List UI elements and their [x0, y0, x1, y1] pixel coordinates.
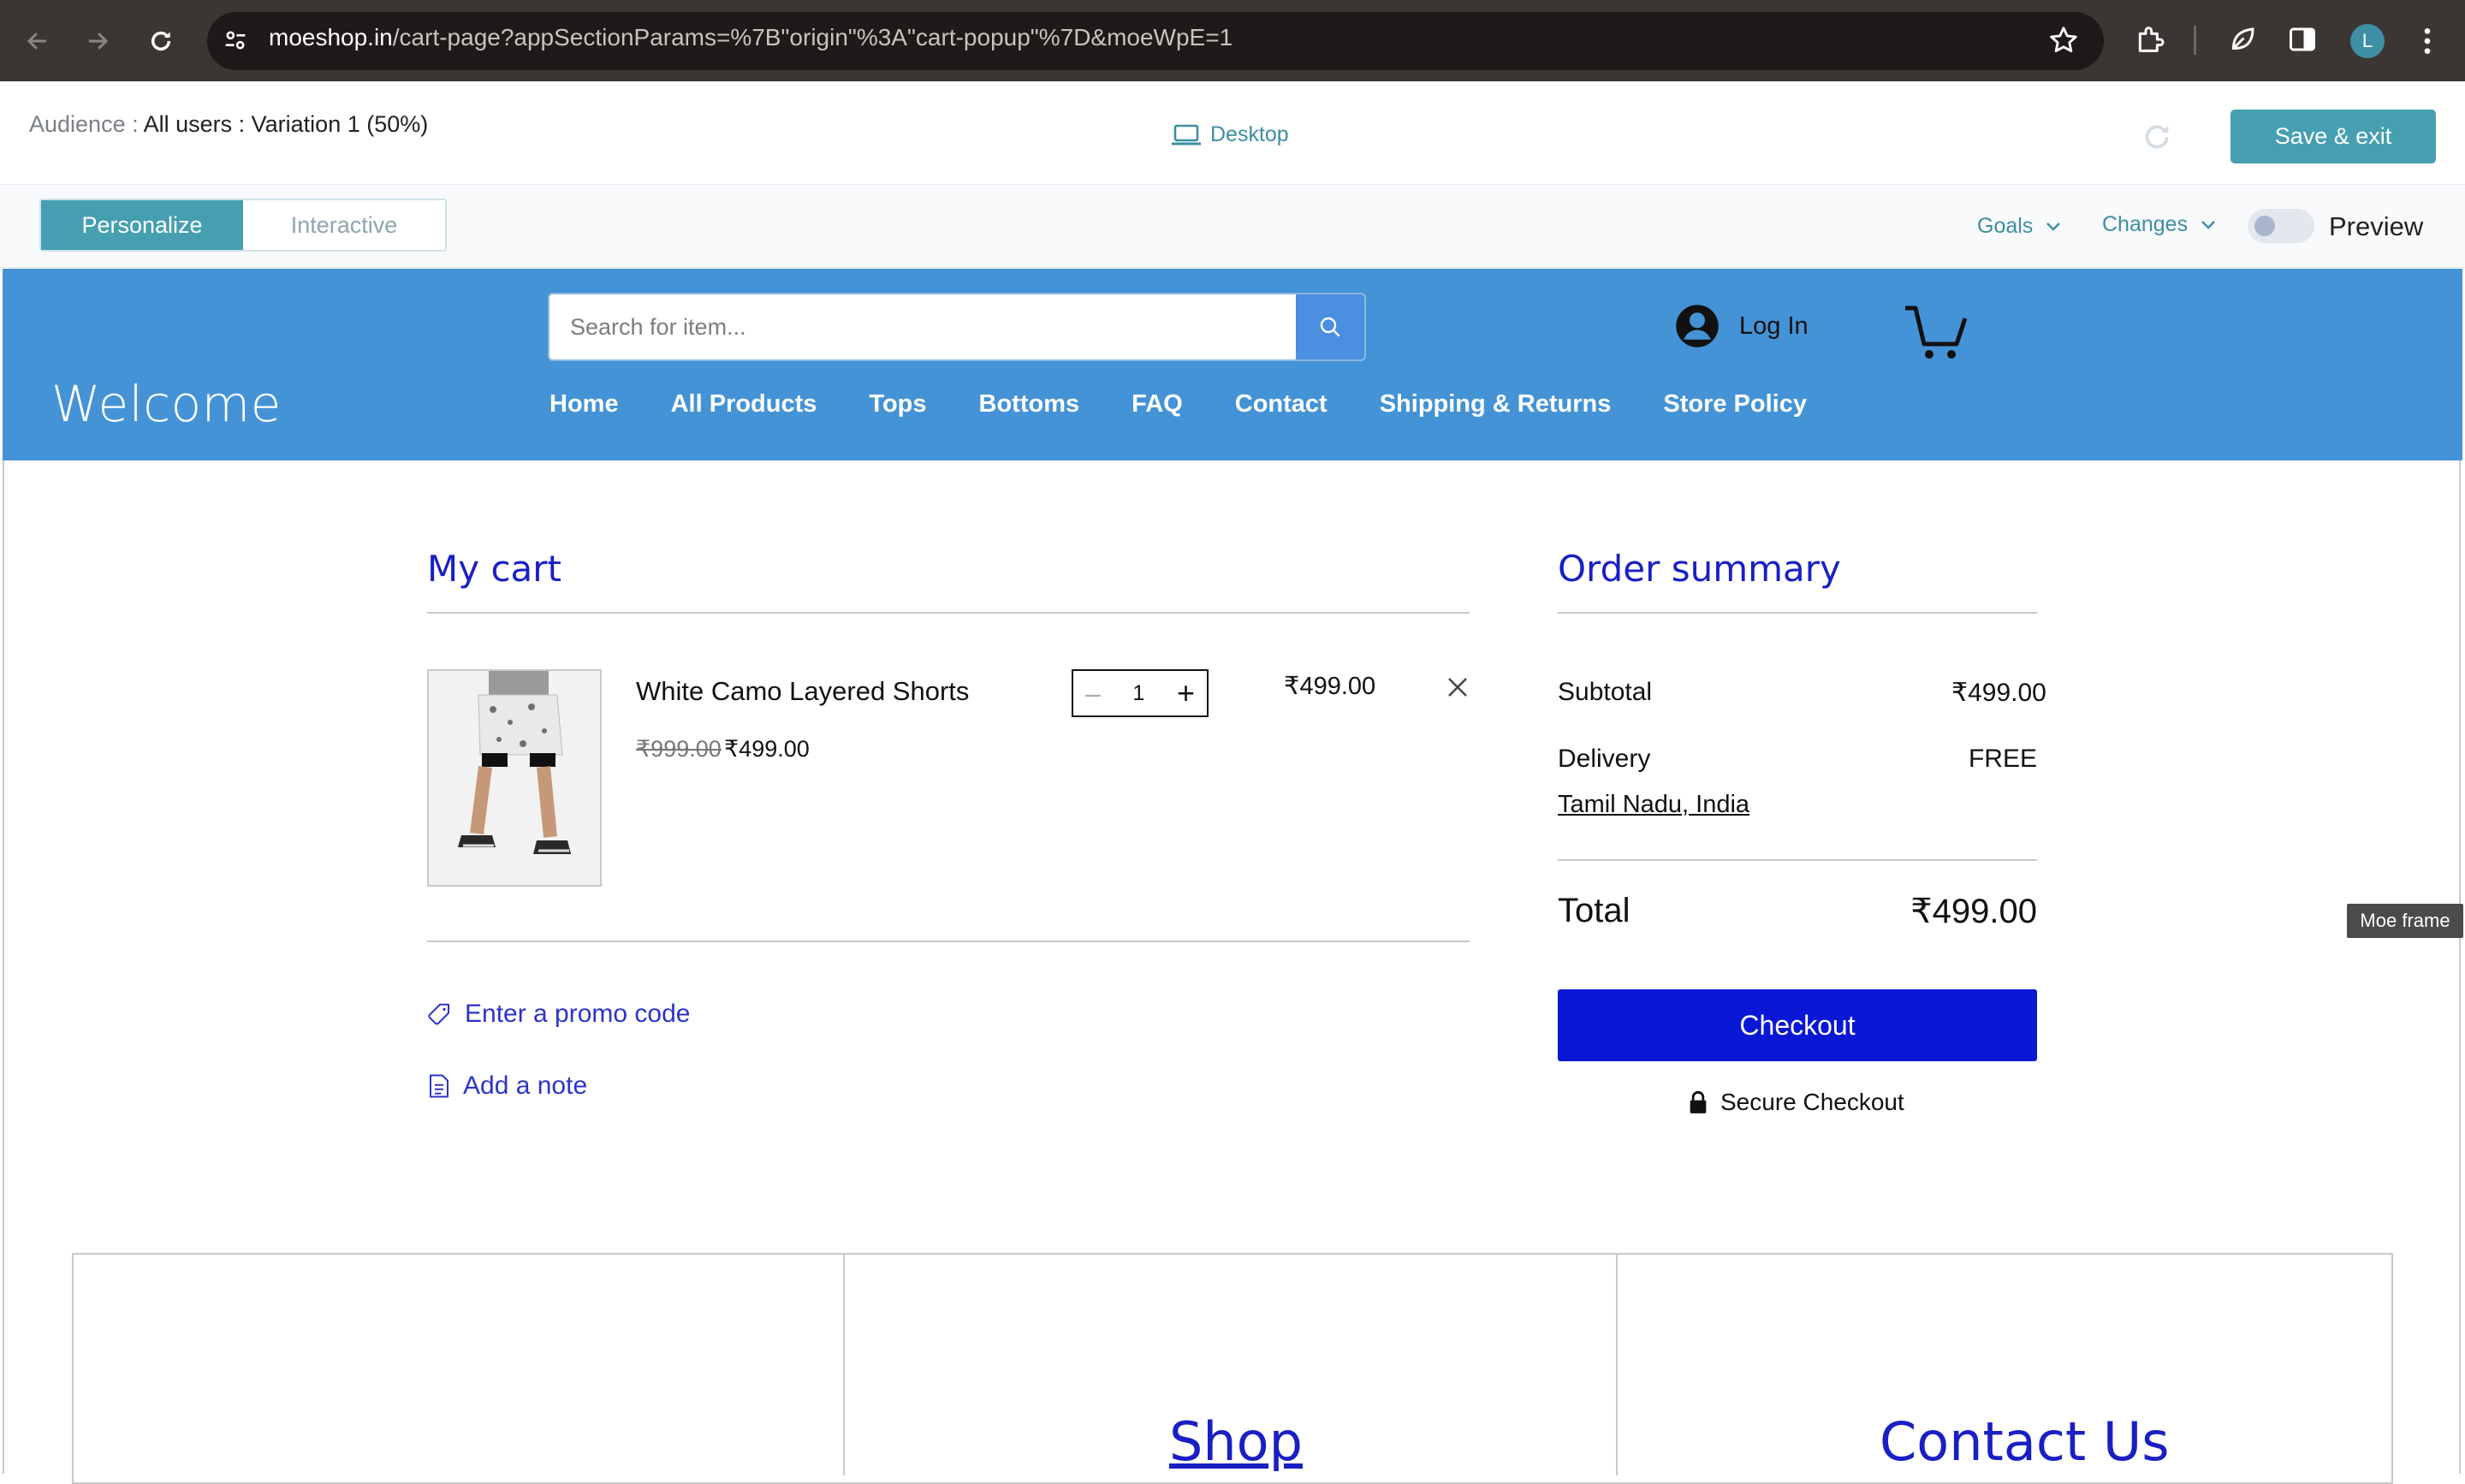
nav-tops[interactable]: Tops	[869, 390, 926, 418]
product-name[interactable]: White Camo Layered Shorts	[636, 676, 969, 707]
leaf-icon[interactable]	[2227, 24, 2258, 55]
site-search	[548, 293, 1366, 361]
quantity-decrease-button[interactable]: –	[1085, 678, 1101, 709]
subtotal-label: Subtotal	[1558, 678, 1653, 706]
preview-label: Preview	[2329, 211, 2424, 241]
total-label: Total	[1558, 892, 1630, 929]
cart-icon[interactable]	[1902, 303, 1974, 363]
chevron-down-icon	[2045, 221, 2062, 233]
total-value: ₹499.00	[1910, 893, 2037, 930]
side-panel-icon[interactable]	[2287, 24, 2318, 55]
forward-arrow-icon[interactable]	[77, 21, 118, 62]
subtotal-value: ₹499.00	[1951, 679, 2046, 707]
back-arrow-icon[interactable]	[17, 21, 58, 62]
goals-dropdown[interactable]: Goals	[1977, 214, 2062, 239]
chevron-down-icon	[2200, 219, 2217, 231]
secure-label: Secure Checkout	[1720, 1089, 1904, 1115]
login-label: Log In	[1739, 312, 1809, 340]
lock-icon	[1688, 1090, 1708, 1114]
cart-divider	[427, 612, 1470, 614]
moe-frame-tag: Moe frame	[2347, 904, 2463, 938]
nav-all-products[interactable]: All Products	[671, 390, 817, 418]
nav-contact[interactable]: Contact	[1235, 390, 1328, 418]
audience-info: Audience : All users : Variation 1 (50%)	[29, 111, 429, 137]
secure-checkout-note: Secure Checkout	[1688, 1089, 1904, 1116]
sale-price: ₹499.00	[724, 736, 810, 762]
mode-tabs: Personalize Interactive	[39, 199, 447, 252]
kebab-menu-icon[interactable]	[2419, 24, 2436, 58]
footer-shop-link[interactable]: Shop	[1169, 1410, 1303, 1473]
toolbar-divider	[2194, 26, 2196, 55]
laptop-icon	[1171, 124, 1202, 146]
add-note-link[interactable]: Add a note	[427, 1071, 587, 1101]
preview-toggle[interactable]	[2248, 209, 2314, 243]
nav-store-policy[interactable]: Store Policy	[1663, 390, 1807, 418]
site-brand[interactable]: Welcome	[51, 375, 282, 433]
changes-label: Changes	[2102, 212, 2189, 236]
refresh-icon[interactable]	[2140, 120, 2174, 154]
note-icon	[427, 1073, 451, 1099]
promo-code-link[interactable]: Enter a promo code	[427, 1000, 690, 1029]
search-input[interactable]	[549, 294, 1298, 359]
toggle-knob	[2254, 216, 2275, 236]
cart-divider-bottom	[427, 941, 1470, 942]
nav-home[interactable]: Home	[549, 390, 619, 418]
login-link[interactable]: Log In	[1674, 303, 1809, 349]
footer-contact-heading: Contact Us	[1880, 1410, 2170, 1473]
line-total: ₹499.00	[1284, 673, 1376, 700]
order-summary-title: Order summary	[1558, 548, 1841, 590]
summary-divider-bottom	[1558, 859, 2037, 861]
search-button[interactable]	[1296, 294, 1364, 359]
tag-icon	[427, 1001, 453, 1027]
delivery-value: FREE	[1968, 745, 2037, 773]
device-selector[interactable]: Desktop	[1171, 122, 1289, 147]
checkout-button[interactable]: Checkout	[1558, 989, 2037, 1061]
save-exit-button[interactable]: Save & exit	[2230, 110, 2436, 163]
footer-divider	[843, 1253, 845, 1475]
device-label: Desktop	[1210, 122, 1289, 146]
extensions-icon[interactable]	[2133, 22, 2167, 56]
delivery-location-link[interactable]: Tamil Nadu, India	[1558, 791, 1749, 819]
url-text: moeshop.in/cart-page?appSectionParams=%7…	[269, 24, 1233, 50]
footer-divider	[1616, 1253, 1618, 1475]
goals-label: Goals	[1977, 214, 2034, 238]
profile-avatar[interactable]: L	[2350, 24, 2385, 58]
tab-personalize[interactable]: Personalize	[41, 200, 243, 250]
site-settings-icon[interactable]	[221, 26, 250, 55]
quantity-stepper: – 1 +	[1072, 669, 1209, 717]
site-nav: Home All Products Tops Bottoms FAQ Conta…	[549, 390, 1859, 418]
nav-bottoms[interactable]: Bottoms	[979, 390, 1080, 418]
delivery-label: Delivery	[1558, 745, 1651, 773]
changes-dropdown[interactable]: Changes	[2102, 212, 2217, 237]
original-price: ₹999.00	[636, 736, 722, 762]
promo-label: Enter a promo code	[465, 1000, 691, 1028]
quantity-increase-button[interactable]: +	[1177, 678, 1195, 709]
product-image[interactable]	[427, 669, 602, 887]
nav-faq[interactable]: FAQ	[1132, 390, 1183, 418]
tab-interactive[interactable]: Interactive	[243, 200, 445, 250]
quantity-value[interactable]: 1	[1132, 681, 1144, 706]
search-icon	[1316, 313, 1344, 341]
summary-divider	[1558, 612, 2037, 614]
nav-shipping-returns[interactable]: Shipping & Returns	[1380, 390, 1612, 418]
remove-item-icon[interactable]	[1445, 674, 1470, 700]
reload-icon[interactable]	[140, 21, 181, 62]
cart-title: My cart	[427, 548, 562, 590]
star-icon[interactable]	[2047, 24, 2080, 56]
note-label: Add a note	[463, 1071, 588, 1100]
user-icon	[1674, 303, 1720, 349]
